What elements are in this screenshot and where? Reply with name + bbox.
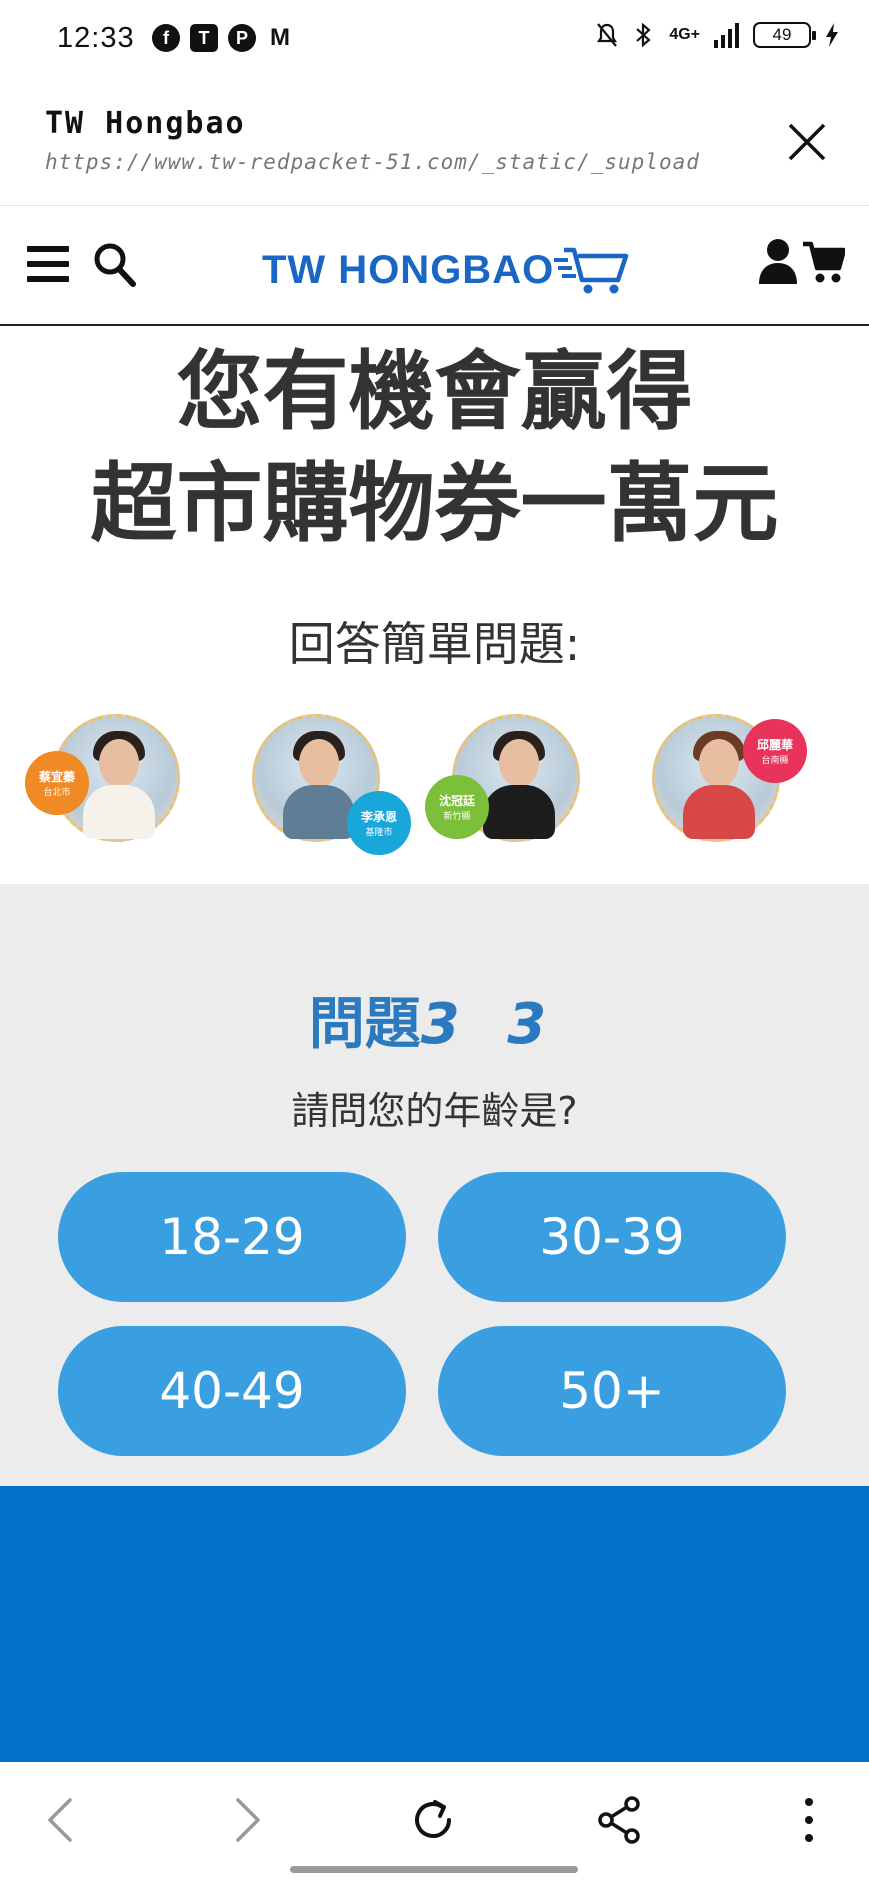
footer-banner [0, 1486, 869, 1762]
cart-icon[interactable] [803, 240, 845, 284]
answer-button-18-29[interactable]: 18-29 [58, 1172, 406, 1302]
gmail-icon: M [270, 24, 290, 51]
answer-button-50-plus[interactable]: 50+ [438, 1326, 786, 1456]
browser-header: TW Hongbao https://www.tw-redpacket-51.c… [0, 80, 869, 206]
winner-avatar: 沈冠廷 新竹縣 [425, 714, 580, 842]
teams-icon: T [190, 24, 218, 52]
menu-icon[interactable] [27, 246, 69, 282]
winner-avatar: 蔡宜蓁 台北市 [25, 714, 180, 842]
winner-badge: 蔡宜蓁 台北市 [25, 751, 89, 815]
close-icon[interactable] [785, 120, 829, 164]
search-icon[interactable] [92, 241, 136, 287]
bluetooth-icon [636, 22, 651, 48]
network-type: 4G+ [669, 26, 700, 43]
hero-title-line2: 超市購物券一萬元 [90, 454, 779, 554]
winner-badge: 李承恩 基隆市 [347, 791, 411, 855]
account-icon[interactable] [758, 238, 798, 286]
cart-logo-icon [554, 247, 629, 294]
battery-icon: 49 [753, 22, 816, 48]
question-number: 3 3 [420, 992, 561, 1057]
site-nav: TW HONGBAO [0, 206, 869, 326]
site-logo[interactable]: TW HONGBAO [262, 244, 630, 296]
question-heading-prefix: 問題 [308, 992, 421, 1057]
hero-title-line1: 您有機會贏得 [176, 342, 693, 442]
system-status: 4G+ 49 [595, 22, 839, 48]
question-section: 問題3 3 請問您的年齡是? 18-29 30-39 40-49 50+ [0, 884, 869, 1486]
more-icon[interactable] [781, 1792, 837, 1848]
winner-badge: 邱麗華 台南縣 [743, 719, 807, 783]
winner-badge: 沈冠廷 新竹縣 [425, 775, 489, 839]
charging-icon [826, 23, 838, 47]
gesture-bar [290, 1866, 578, 1873]
browser-url[interactable]: https://www.tw-redpacket-51.com/_static/… [45, 150, 700, 174]
answer-button-40-49[interactable]: 40-49 [58, 1326, 406, 1456]
browser-toolbar [0, 1762, 869, 1883]
back-icon[interactable] [34, 1792, 90, 1848]
question-heading: 問題3 3 [0, 979, 869, 1060]
logo-text: TW HONGBAO [262, 247, 555, 292]
reload-icon[interactable] [405, 1792, 461, 1848]
winner-avatar: 邱麗華 台南縣 [652, 714, 807, 842]
question-text: 請問您的年齡是? [291, 1089, 578, 1133]
pinterest-icon: P [228, 24, 256, 52]
share-icon[interactable] [592, 1792, 648, 1848]
hero-subtitle: 回答簡單問題: [288, 617, 581, 671]
mute-bell-icon [597, 23, 618, 47]
facebook-icon: f [152, 24, 180, 52]
winner-avatar: 李承恩 基隆市 [252, 714, 411, 855]
forward-icon[interactable] [218, 1792, 274, 1848]
hero-title: 您有機會贏得 超市購物券一萬元 [0, 336, 869, 560]
status-time: 12:33 [57, 22, 135, 54]
signal-icon [714, 22, 739, 48]
browser-page-title: TW Hongbao [45, 106, 246, 141]
notification-icons: f T P M [152, 24, 294, 52]
status-bar: 12:33 f T P M 4G+ 49 [0, 0, 869, 80]
answer-button-30-39[interactable]: 30-39 [438, 1172, 786, 1302]
winner-avatars: 蔡宜蓁 台北市 李承恩 基隆市 沈冠廷 新竹縣 邱麗華 台南縣 [0, 706, 869, 856]
